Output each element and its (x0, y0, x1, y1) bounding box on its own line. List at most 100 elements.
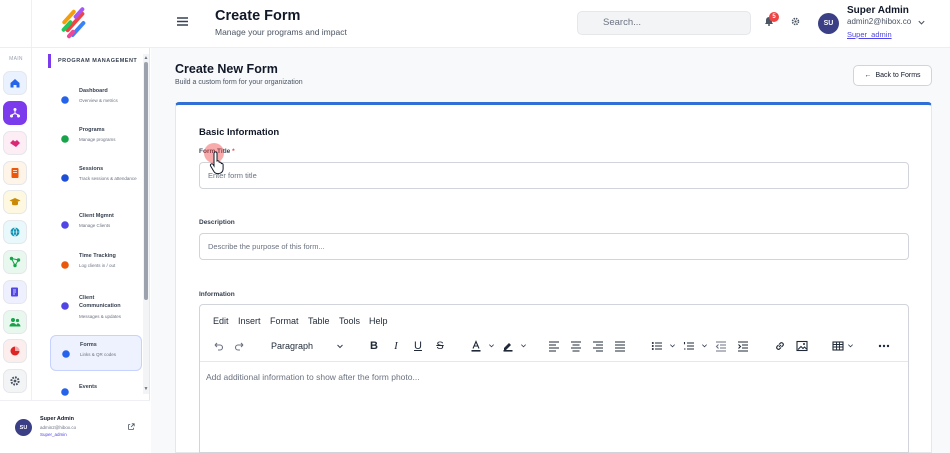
information-label: Information (199, 291, 235, 298)
sidebar-item-title: Client Communication (79, 295, 121, 309)
sidebar-item-subtitle: Messages & updates (79, 314, 122, 319)
scroll-down-icon[interactable]: ▼ (143, 386, 149, 392)
decrease-indent-icon[interactable] (714, 339, 728, 353)
sidebar-item-title: Time Tracking (79, 253, 116, 259)
sidebar-user-name: Super Admin (40, 416, 75, 422)
highlight-color-icon[interactable] (501, 339, 515, 353)
table-icon[interactable] (831, 339, 845, 353)
arrow-left-icon: ← (864, 72, 872, 79)
sidebar-item-subtitle: Overview & metrics (79, 98, 118, 103)
sidebar-item-time-tracking[interactable]: Time Tracking Log clients in / out (50, 247, 142, 283)
sidebar-item-title: Forms (80, 342, 97, 348)
graduation-icon (9, 198, 21, 206)
numbered-list-chevron-icon[interactable] (701, 342, 708, 349)
description-input[interactable]: Describe the purpose of this form... (199, 233, 909, 260)
rail-flow-button[interactable] (3, 250, 27, 274)
handshake-icon (10, 140, 20, 147)
editor-menu-insert[interactable]: Insert (238, 316, 261, 326)
book-icon (11, 168, 19, 178)
sidebar-item-title: Programs (79, 127, 105, 133)
gear-icon[interactable] (791, 17, 800, 26)
report-icon (11, 287, 18, 297)
increase-indent-icon[interactable] (736, 339, 750, 353)
link-icon[interactable] (773, 339, 787, 353)
editor-menu-help[interactable]: Help (369, 316, 388, 326)
sidebar-item-subtitle: Log clients in / out (79, 263, 116, 268)
block-format-chevron-icon[interactable] (336, 342, 344, 350)
rail-graduation-button[interactable] (3, 190, 27, 214)
header-user-avatar[interactable]: SU (818, 13, 839, 34)
editor-menu-tools[interactable]: Tools (339, 316, 360, 326)
rail-globe-button[interactable] (3, 220, 27, 244)
editor-menu-table[interactable]: Table (308, 316, 330, 326)
time-tracking-icon (60, 257, 70, 269)
sidebar-item-programs[interactable]: Programs Manage programs (50, 121, 142, 157)
sidebar-user-avatar[interactable]: SU (15, 419, 32, 436)
bullet-list-icon[interactable] (650, 339, 664, 353)
editor-placeholder[interactable]: Add additional information to show after… (206, 372, 420, 382)
strikethrough-icon[interactable]: S (433, 339, 447, 353)
sidebar-item-forms[interactable]: Forms Links & QR codes (50, 335, 142, 371)
search-input[interactable]: Search... (577, 11, 751, 35)
form-title-input[interactable]: Enter form title (199, 162, 909, 189)
text-color-icon[interactable] (469, 339, 483, 353)
form-page-subtitle: Build a custom form for your organizatio… (175, 79, 303, 86)
sidebar-item-title: Sessions (79, 166, 104, 172)
sidebar-item-dashboard[interactable]: Dashboard Overview & metrics (50, 82, 142, 118)
italic-icon[interactable]: I (389, 339, 403, 353)
notification-badge: 5 (769, 12, 779, 22)
network-icon (10, 108, 20, 118)
rail-home-button[interactable] (3, 71, 27, 95)
rail-pie-button[interactable] (3, 339, 27, 363)
underline-icon[interactable]: U (411, 339, 425, 353)
align-right-icon[interactable] (591, 339, 605, 353)
rail-people-button[interactable] (3, 310, 27, 334)
undo-icon[interactable] (211, 339, 225, 353)
more-options-icon[interactable] (877, 339, 891, 353)
sidebar-item-sessions[interactable]: Sessions Track sessions & attendance (50, 160, 142, 196)
globe-icon (10, 227, 20, 237)
align-left-icon[interactable] (547, 339, 561, 353)
scroll-up-icon[interactable]: ▲ (143, 55, 149, 61)
sidebar-section-title: PROGRAM MANAGEMENT (48, 54, 137, 68)
sidebar-item-subtitle: Manage Clients (79, 223, 111, 228)
form-page-title: Create New Form (175, 62, 278, 76)
sidebar-item-client-mgmnt[interactable]: Client Mgmnt Manage Clients (50, 207, 142, 243)
editor-menu-format[interactable]: Format (270, 316, 299, 326)
sidebar-item-subtitle: Links & QR codes (80, 352, 117, 357)
programs-icon (60, 131, 70, 143)
sidebar-user-role: Super_admin (40, 432, 67, 437)
settings-icon (10, 376, 20, 386)
editor-menu-edit[interactable]: Edit (213, 316, 229, 326)
page-header-subtitle: Manage your programs and impact (215, 27, 347, 37)
rail-handshake-button[interactable] (3, 131, 27, 155)
bold-icon[interactable]: B (367, 339, 381, 353)
hamburger-menu-icon[interactable] (176, 15, 189, 28)
rail-book-button[interactable] (3, 161, 27, 185)
chevron-down-icon[interactable] (917, 18, 926, 27)
back-to-forms-button[interactable]: ← Back to Forms (853, 65, 932, 86)
sidebar-item-title: Events (79, 384, 98, 390)
align-justify-icon[interactable] (613, 339, 627, 353)
client-mgmnt-icon (60, 217, 70, 229)
rail-network-button[interactable] (3, 101, 27, 125)
hand-cursor-icon (209, 151, 224, 175)
bullet-list-chevron-icon[interactable] (669, 342, 676, 349)
image-icon[interactable] (795, 339, 809, 353)
description-label: Description (199, 219, 235, 226)
pie-icon (10, 346, 20, 356)
align-center-icon[interactable] (569, 339, 583, 353)
rail-report-button[interactable] (3, 280, 27, 304)
highlight-color-chevron-icon[interactable] (520, 342, 527, 349)
back-to-forms-label: Back to Forms (875, 72, 921, 79)
redo-icon[interactable] (233, 339, 247, 353)
sidebar-item-title: Dashboard (79, 88, 108, 94)
external-link-icon[interactable] (127, 423, 135, 431)
rail-settings-button[interactable] (3, 369, 27, 393)
header-user-role[interactable]: Super_admin (847, 30, 892, 39)
text-color-chevron-icon[interactable] (488, 342, 495, 349)
sidebar-item-client-communication[interactable]: Client Communication Messages & updates (50, 288, 142, 324)
sidebar-scroll-thumb[interactable] (144, 62, 148, 300)
numbered-list-icon[interactable] (682, 339, 696, 353)
table-chevron-icon[interactable] (847, 342, 854, 349)
